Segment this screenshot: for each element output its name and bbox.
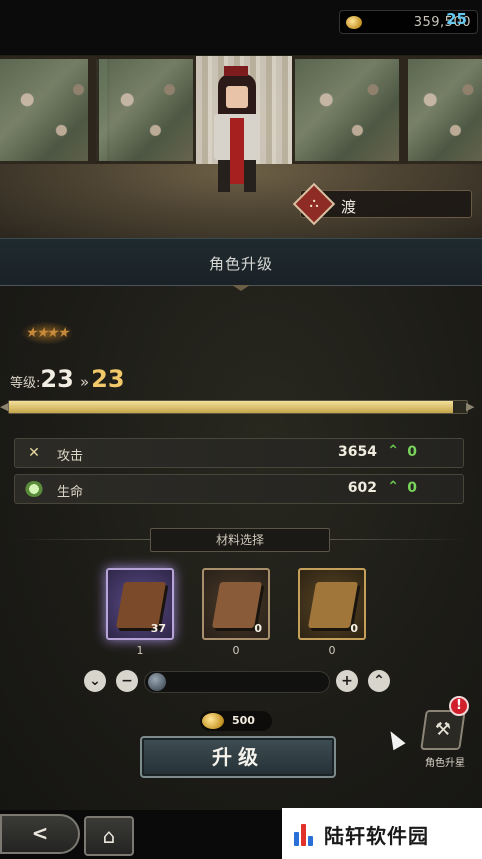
star-up-button[interactable]: ⚒ ! 角色升星	[420, 696, 469, 769]
stat-increase: 0	[407, 480, 417, 496]
bar-cap-left-icon: ◀	[0, 400, 9, 413]
character-name: 渡	[341, 198, 357, 216]
bar-cap-right-icon: ▶	[466, 400, 475, 413]
material-slot-1[interactable]: 37	[106, 568, 174, 640]
character-nameplate: ⛬ 渡	[292, 182, 472, 226]
experience-fill	[9, 401, 454, 413]
increase-button[interactable]: +	[336, 670, 358, 692]
star-rating: ★★★★	[22, 322, 73, 344]
slider-handle[interactable]	[148, 673, 166, 691]
material-select-title: 材料选择	[150, 528, 330, 552]
star-up-icon: ⚒	[420, 710, 466, 750]
stat-value: 3654	[338, 444, 377, 460]
alert-badge: !	[449, 696, 469, 716]
star-up-label: 角色升星	[425, 758, 465, 769]
stat-value: 602	[347, 480, 377, 496]
stat-label: 生命	[57, 485, 84, 500]
cost-value: 500	[232, 714, 255, 727]
level-current: 23	[40, 365, 74, 393]
upgrade-button[interactable]: 升级	[140, 736, 336, 778]
gold-currency[interactable]: 359,500 25	[339, 10, 478, 34]
divider-right	[330, 539, 466, 540]
character-scene: ⛬ 渡	[0, 0, 482, 238]
stained-glass-window-right	[402, 56, 482, 164]
max-quantity-button[interactable]: ⌃	[368, 670, 390, 692]
level-display: 等级:23 »23	[10, 365, 125, 393]
upgrade-button-label: 升级	[212, 745, 264, 769]
material-selected-count: 0	[328, 644, 336, 657]
watermark-logo-icon	[294, 824, 316, 846]
level-next: 23	[91, 365, 125, 393]
material-selected-count: 0	[232, 644, 240, 657]
star-icon: ★	[55, 325, 72, 341]
quantity-slider[interactable]	[144, 671, 330, 693]
player-level-badge: 25	[446, 10, 467, 28]
divider-left	[14, 539, 150, 540]
material-count: 0	[350, 622, 358, 635]
stained-glass-window-center-left	[96, 56, 196, 164]
upgrade-cost: 500	[200, 711, 272, 731]
home-button[interactable]: ⌂	[84, 816, 134, 856]
character-leg	[244, 160, 256, 192]
heart-icon	[25, 481, 43, 497]
character-leg	[218, 160, 230, 192]
stat-increase: 0	[407, 444, 417, 460]
material-slot-3[interactable]: 0	[298, 568, 366, 640]
min-quantity-button[interactable]: ⌄	[84, 670, 106, 692]
stat-row-hp: 生命 602 ⌃ 0	[14, 474, 464, 504]
character-sprite[interactable]	[206, 64, 268, 198]
back-button[interactable]: <	[0, 814, 80, 854]
pillar	[400, 56, 408, 166]
material-selected-count: 1	[136, 644, 144, 657]
stat-row-attack: ✕ 攻击 3654 ⌃ 0	[14, 438, 464, 468]
character-hat	[224, 66, 248, 76]
panel-title: 角色升级	[208, 255, 273, 273]
material-count: 37	[150, 622, 166, 635]
level-arrow-icon: »	[79, 373, 90, 391]
panel-header: 角色升级	[0, 238, 482, 291]
gold-coins-icon	[202, 713, 224, 729]
sword-icon: ✕	[28, 445, 40, 461]
material-slot-2[interactable]: 0	[202, 568, 270, 640]
material-count: 0	[254, 622, 262, 635]
back-arrow-icon: <	[31, 821, 49, 845]
experience-bar: ◀ ▶	[0, 400, 474, 414]
level-label: 等级:	[10, 376, 41, 391]
quantity-slider-row: ⌄ − + ⌃	[0, 670, 482, 696]
header-notch	[232, 285, 250, 291]
decrease-button[interactable]: −	[116, 670, 138, 692]
increase-arrow-icon: ⌃	[387, 443, 399, 459]
watermark-text: 陆轩软件园	[324, 824, 429, 848]
stained-glass-window-center-right	[292, 56, 402, 164]
upgrade-panel: 角色升级 ★★★★ 等级:23 »23 ◀ ▶ ✕ 攻击 3654 ⌃ 0 生命…	[0, 238, 482, 810]
character-sash	[230, 118, 244, 184]
watermark: 陆轩软件园	[282, 808, 482, 859]
character-face	[226, 86, 248, 108]
gold-coin-icon	[346, 16, 362, 29]
home-icon: ⌂	[102, 824, 116, 848]
pillar	[88, 56, 96, 166]
stat-label: 攻击	[57, 449, 84, 464]
increase-arrow-icon: ⌃	[387, 479, 399, 495]
